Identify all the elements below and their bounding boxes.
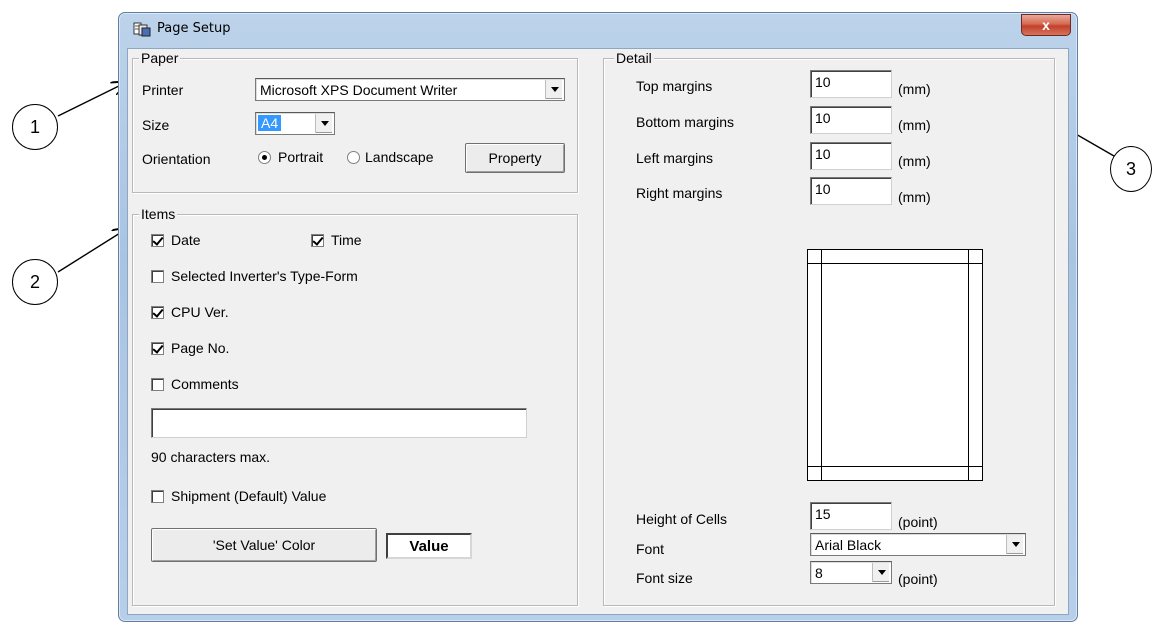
font-size-value: 8: [815, 565, 823, 581]
top-margin-unit: (mm): [898, 81, 931, 97]
left-margin-unit: (mm): [898, 153, 931, 169]
chevron-down-icon: [550, 87, 559, 92]
printer-value: Microsoft XPS Document Writer: [260, 82, 458, 98]
date-checkbox[interactable]: [151, 234, 164, 247]
chevron-down-icon: [1011, 542, 1020, 547]
comments-checkbox[interactable]: [151, 378, 164, 391]
page-no-checkbox[interactable]: [151, 342, 164, 355]
bottom-margin-label: Bottom margins: [636, 114, 735, 130]
set-value-color-label: 'Set Value' Color: [212, 537, 316, 553]
preview-bottom-margin-line: [808, 466, 982, 467]
bottom-margin-unit: (mm): [898, 117, 931, 133]
window-title: Page Setup: [157, 21, 231, 36]
close-icon: x: [1042, 17, 1050, 33]
callout-2: 2: [12, 259, 58, 305]
left-margin-input[interactable]: 10: [810, 142, 892, 170]
portrait-radio[interactable]: [258, 151, 271, 164]
size-label: Size: [142, 117, 170, 133]
right-margin-value: 10: [815, 181, 831, 197]
time-label[interactable]: Time: [331, 232, 362, 248]
inverter-type-label[interactable]: Selected Inverter's Type-Form: [171, 268, 358, 284]
printer-select[interactable]: Microsoft XPS Document Writer: [255, 78, 565, 101]
max-chars-note: 90 characters max.: [151, 449, 271, 465]
set-value-color-button[interactable]: 'Set Value' Color: [151, 528, 377, 562]
right-margin-label: Right margins: [636, 185, 723, 201]
cell-height-input[interactable]: 15: [810, 502, 892, 530]
left-margin-value: 10: [815, 146, 831, 162]
page-setup-icon: [133, 22, 151, 37]
preview-top-margin-line: [808, 263, 982, 264]
top-margin-value: 10: [815, 74, 831, 90]
right-margin-input[interactable]: 10: [810, 177, 892, 205]
size-value: A4: [258, 115, 282, 131]
inverter-type-checkbox[interactable]: [151, 270, 164, 283]
right-margin-unit: (mm): [898, 189, 931, 205]
printer-dropdown-button[interactable]: [545, 80, 563, 99]
landscape-label[interactable]: Landscape: [365, 149, 434, 165]
bottom-margin-input[interactable]: 10: [810, 106, 892, 134]
left-margin-label: Left margins: [636, 150, 714, 166]
close-button[interactable]: x: [1021, 14, 1071, 36]
detail-legend: Detail: [614, 50, 654, 66]
font-label: Font: [636, 541, 665, 557]
shipment-checkbox[interactable]: [151, 490, 164, 503]
paper-legend: Paper: [139, 50, 181, 66]
size-select[interactable]: A4: [255, 112, 335, 135]
chevron-down-icon: [320, 121, 329, 126]
landscape-radio[interactable]: [347, 151, 360, 164]
value-sample-text: Value: [409, 537, 449, 555]
top-margin-label: Top margins: [636, 78, 713, 94]
cpu-ver-checkbox[interactable]: [151, 306, 164, 319]
callout-3: 3: [1110, 146, 1152, 192]
value-color-sample: Value: [386, 533, 472, 559]
preview-left-margin-line: [821, 250, 822, 480]
size-dropdown-button[interactable]: [315, 114, 333, 133]
callout-2-number: 2: [29, 271, 40, 292]
title-bar[interactable]: Page Setup x: [119, 13, 1077, 43]
time-checkbox[interactable]: [311, 234, 324, 247]
comments-label[interactable]: Comments: [171, 376, 239, 392]
font-size-label: Font size: [636, 570, 693, 586]
preview-right-margin-line: [968, 250, 969, 480]
font-size-select[interactable]: 8: [810, 561, 892, 584]
page-no-label[interactable]: Page No.: [171, 340, 229, 356]
margin-preview: [807, 249, 983, 481]
font-dropdown-button[interactable]: [1006, 535, 1024, 554]
font-value: Arial Black: [815, 537, 882, 553]
font-size-unit: (point): [898, 571, 938, 587]
items-legend: Items: [139, 206, 178, 222]
paper-group: Paper Printer Microsoft XPS Document Wri…: [132, 50, 578, 193]
font-select[interactable]: Arial Black: [810, 533, 1026, 556]
property-button-label: Property: [488, 150, 542, 166]
shipment-label[interactable]: Shipment (Default) Value: [171, 488, 326, 504]
orientation-label: Orientation: [142, 151, 211, 167]
printer-label: Printer: [142, 82, 184, 98]
top-margin-input[interactable]: 10: [810, 70, 892, 98]
property-button[interactable]: Property: [465, 143, 565, 173]
portrait-label[interactable]: Portrait: [278, 149, 323, 165]
callout-1-arrow: [57, 82, 127, 117]
cell-height-value: 15: [815, 506, 831, 522]
cell-height-unit: (point): [898, 514, 938, 530]
cpu-ver-label[interactable]: CPU Ver.: [171, 304, 229, 320]
comments-input[interactable]: [151, 408, 527, 438]
date-label[interactable]: Date: [171, 232, 201, 248]
font-size-dropdown-button[interactable]: [872, 563, 890, 582]
cell-height-label: Height of Cells: [636, 511, 728, 527]
callout-1: 1: [12, 104, 58, 150]
items-group: Items Date Time Selected Inverter's Type…: [132, 206, 578, 606]
chevron-down-icon: [877, 570, 886, 575]
callout-3-number: 3: [1125, 158, 1136, 179]
callout-1-number: 1: [29, 116, 40, 137]
bottom-margin-value: 10: [815, 110, 831, 126]
